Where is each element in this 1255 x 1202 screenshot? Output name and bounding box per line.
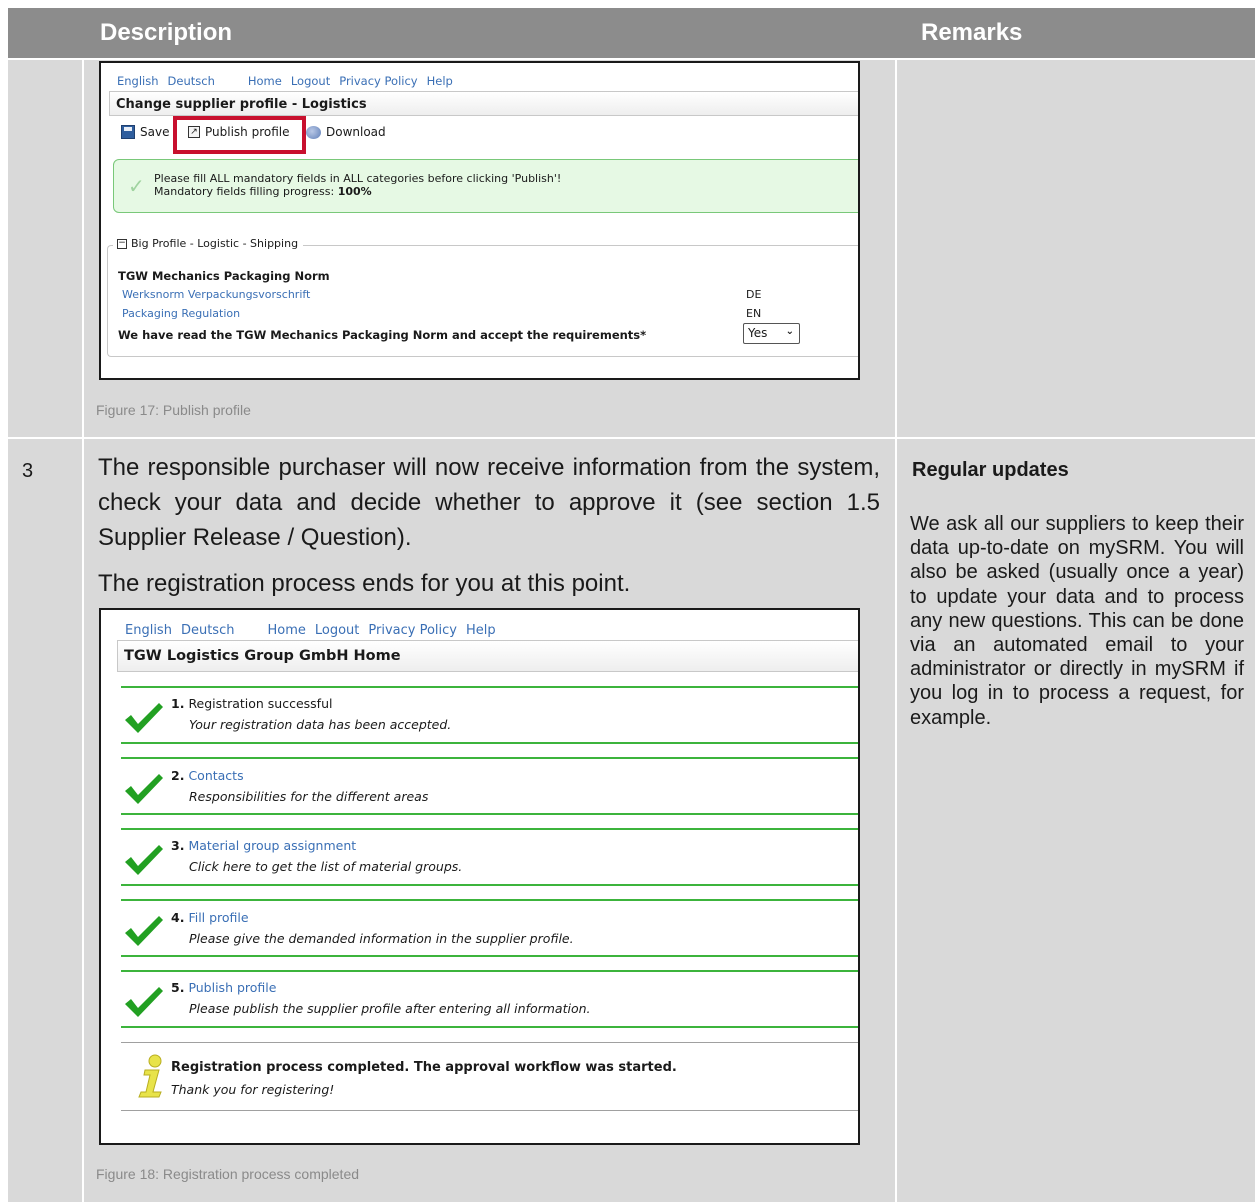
save-label: Save xyxy=(140,125,170,139)
doc-link-werksnorm[interactable]: Werksnorm Verpackungsvorschrift xyxy=(122,288,310,301)
completed-title: Registration process completed. The appr… xyxy=(171,1060,677,1075)
download-label: Download xyxy=(326,125,386,139)
step-separator xyxy=(121,742,858,744)
step-separator xyxy=(121,1110,858,1111)
step3-paragraph: The responsible purchaser will now recei… xyxy=(98,454,880,551)
check-icon xyxy=(125,774,163,804)
figure17-caption: Figure 17: Publish profile xyxy=(96,402,251,418)
check-icon xyxy=(125,845,163,875)
step-separator xyxy=(121,828,858,830)
step-3-sub: Click here to get the list of material g… xyxy=(189,859,463,874)
step-separator xyxy=(121,1042,858,1043)
link-help[interactable]: Help xyxy=(427,74,453,88)
save-button[interactable]: Save xyxy=(121,125,169,139)
page-title: Change supplier profile - Logistics xyxy=(109,91,858,116)
info-icon xyxy=(138,1054,162,1098)
figure18-caption: Figure 18: Registration process complete… xyxy=(96,1166,360,1182)
norm-heading: TGW Mechanics Packaging Norm xyxy=(118,269,330,283)
message-line1: Please fill ALL mandatory fields in ALL … xyxy=(154,172,562,185)
table-header: Description Remarks xyxy=(8,8,1255,58)
step-4-link[interactable]: Fill profile xyxy=(188,910,248,925)
collapse-icon[interactable]: − xyxy=(117,238,127,249)
screenshot-registration-completed: English Deutsch Home Logout Privacy Policy He… xyxy=(99,608,860,1145)
step-separator xyxy=(121,955,858,957)
link-english[interactable]: English xyxy=(117,74,159,88)
row-number: 3 xyxy=(22,460,34,482)
step-1-title: 1. Registration successful xyxy=(171,696,333,711)
step-5-sub: Please publish the supplier profile afte… xyxy=(189,1001,591,1016)
step-separator xyxy=(121,686,858,688)
link-deutsch[interactable]: Deutsch xyxy=(181,623,235,638)
section-legend-label: Big Profile - Logistic - Shipping xyxy=(131,237,299,250)
page-title: TGW Logistics Group GmbH Home xyxy=(117,640,858,672)
step3-paragraph-end: The registration process ends for you at… xyxy=(98,570,631,597)
row-divider xyxy=(8,437,1255,439)
step-separator xyxy=(121,884,858,886)
success-message: ✓ Please fill ALL mandatory fields in AL… xyxy=(113,159,858,213)
link-deutsch[interactable]: Deutsch xyxy=(168,74,215,88)
header-description: Description xyxy=(100,19,233,46)
link-logout[interactable]: Logout xyxy=(315,623,360,638)
step-separator xyxy=(121,1026,858,1028)
section-legend[interactable]: − Big Profile - Logistic - Shipping xyxy=(113,237,304,250)
link-home[interactable]: Home xyxy=(248,74,282,88)
step-2-sub: Responsibilities for the different areas xyxy=(189,789,429,804)
step-separator xyxy=(121,970,858,972)
accept-select[interactable]: Yes ⌄ xyxy=(743,323,800,344)
doc-link-packaging[interactable]: Packaging Regulation xyxy=(122,307,240,320)
chevron-down-icon: ⌄ xyxy=(785,326,794,337)
check-icon: ✓ xyxy=(128,174,145,198)
progress-label: Mandatory fields filling progress: xyxy=(154,185,338,198)
top-links: English Deutsch Home Logout Privacy Policy He… xyxy=(125,623,505,638)
link-logout[interactable]: Logout xyxy=(291,74,330,88)
link-help[interactable]: Help xyxy=(466,623,496,638)
step-separator xyxy=(121,813,858,815)
highlight-box xyxy=(173,116,306,154)
step-3-title: 3. Material group assignment xyxy=(171,838,357,853)
download-icon xyxy=(306,125,321,139)
save-icon xyxy=(121,125,135,139)
header-remarks: Remarks xyxy=(921,19,1023,46)
completed-sub: Thank you for registering! xyxy=(171,1082,335,1097)
download-button[interactable]: Download xyxy=(306,125,386,139)
check-icon xyxy=(125,987,163,1017)
link-home[interactable]: Home xyxy=(267,623,305,638)
check-icon xyxy=(125,916,163,946)
accept-label: We have read the TGW Mechanics Packaging… xyxy=(118,328,647,342)
screenshot-publish-profile: English Deutsch Home Logout Privacy Policy He… xyxy=(99,61,860,380)
check-icon xyxy=(125,703,163,733)
top-links: English Deutsch Home Logout Privacy Policy He… xyxy=(117,74,462,88)
step-5-link[interactable]: Publish profile xyxy=(188,980,276,995)
link-privacy[interactable]: Privacy Policy xyxy=(368,623,457,638)
link-privacy[interactable]: Privacy Policy xyxy=(339,74,417,88)
progress-value: 100% xyxy=(337,185,372,198)
column-divider xyxy=(895,60,897,1202)
message-line2: Mandatory fields filling progress: 100% xyxy=(154,185,372,198)
step-4-sub: Please give the demanded information in … xyxy=(189,931,574,946)
remarks-title: Regular updates xyxy=(912,459,1069,481)
link-english[interactable]: English xyxy=(125,623,172,638)
document-page: Description Remarks English Deutsch Home Lo… xyxy=(0,0,1255,1202)
step-separator xyxy=(121,899,858,901)
step-4-title: 4. Fill profile xyxy=(171,910,249,925)
step-separator xyxy=(121,757,858,759)
step-1-sub: Your registration data has been accepted… xyxy=(189,717,452,732)
doc-lang-en: EN xyxy=(746,307,762,320)
doc-lang-de: DE xyxy=(746,288,762,301)
remarks-body: We ask all our suppliers to keep their d… xyxy=(910,513,1244,729)
accept-select-value: Yes xyxy=(748,326,768,340)
step-2-title: 2. Contacts xyxy=(171,768,244,783)
column-divider xyxy=(82,60,84,1202)
step-2-link[interactable]: Contacts xyxy=(188,768,243,783)
step-5-title: 5. Publish profile xyxy=(171,980,277,995)
step-3-link[interactable]: Material group assignment xyxy=(188,838,356,853)
